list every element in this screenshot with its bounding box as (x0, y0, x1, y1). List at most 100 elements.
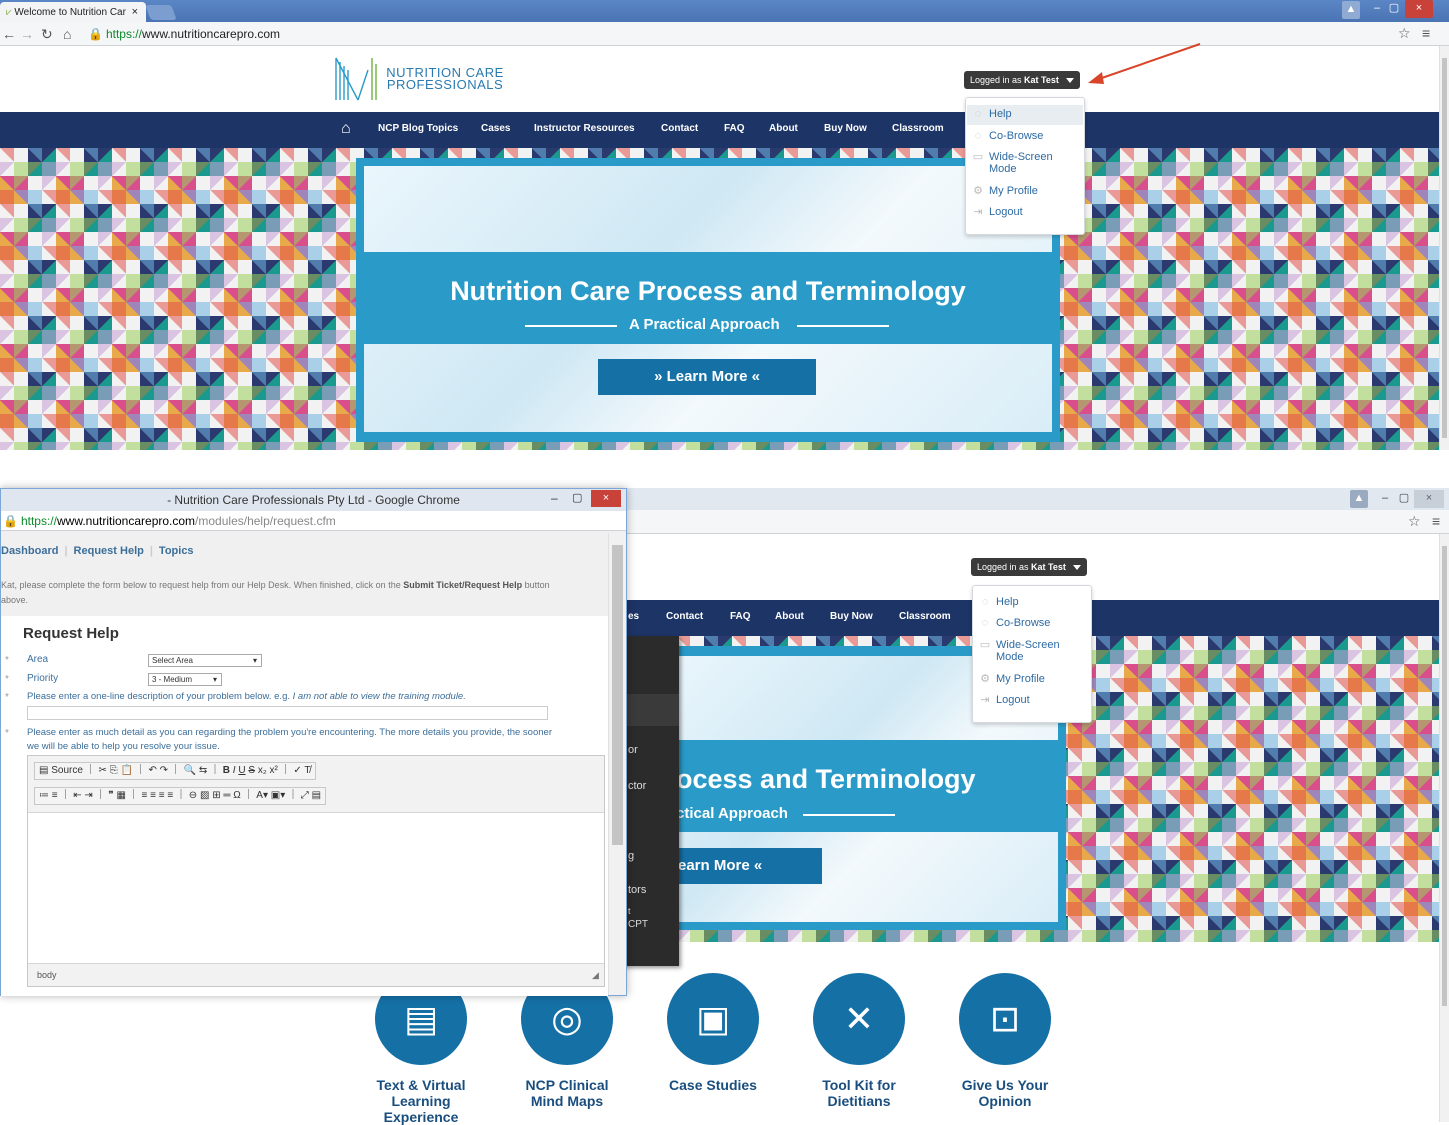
justify-icon[interactable]: ≡ (167, 790, 173, 801)
description-input[interactable] (27, 706, 548, 720)
editor-resize-handle[interactable]: ◢ (592, 970, 599, 981)
text-color-icon[interactable]: A▾ (256, 790, 268, 801)
feature-circle-toolkit[interactable]: ✕ (813, 973, 905, 1065)
align-right-icon[interactable]: ≡ (159, 790, 165, 801)
side-menu-item-3[interactable]: g (628, 850, 634, 862)
editor-content-area[interactable] (28, 812, 604, 964)
feature-circle-cases[interactable]: ▣ (667, 973, 759, 1065)
blockquote-icon[interactable]: ❞ (108, 790, 113, 801)
side-menu-item-2[interactable]: ctor (628, 780, 646, 792)
nav-ncp-blog-topics[interactable]: NCP Blog Topics (378, 123, 458, 134)
minimize-button[interactable]: – (1370, 0, 1384, 18)
nav-about[interactable]: About (769, 123, 798, 134)
nav-contact[interactable]: Contact (661, 123, 698, 134)
copy-icon[interactable]: ⎘ (110, 765, 118, 776)
feature-circle-opinion[interactable]: ⊡ (959, 973, 1051, 1065)
popup-minimize-button[interactable]: – (551, 491, 558, 505)
popup-close-button[interactable]: × (591, 490, 621, 507)
feature-case-studies[interactable]: Case Studies (643, 1077, 783, 1093)
user-icon[interactable]: ▲ (1342, 1, 1360, 19)
home-icon[interactable]: ⌂ (63, 26, 71, 42)
bottom-page-scrollbar[interactable] (1439, 534, 1449, 1122)
source-button[interactable]: ▤ Source (39, 765, 83, 776)
maximize-icon[interactable]: ⤢ (301, 790, 309, 801)
bottom-dropdown-logout[interactable]: ⇥ Logout (979, 694, 1029, 706)
browser-tab[interactable]: ⩗ Welcome to Nutrition Car × (0, 2, 146, 22)
feature-give-opinion[interactable]: Give Us Your Opinion (935, 1077, 1075, 1109)
bottom-nav-partial[interactable]: es (628, 611, 639, 622)
bottom-nav-faq[interactable]: FAQ (730, 611, 751, 622)
bottom-dropdown-help[interactable]: ◌ Help (979, 596, 1019, 608)
clear-format-icon[interactable]: T̸ (304, 765, 310, 776)
popup-tab-topics[interactable]: Topics (159, 545, 194, 557)
strike-icon[interactable]: S (248, 765, 255, 776)
page-scrollbar-thumb[interactable] (1442, 58, 1447, 438)
bottom-nav-buy-now[interactable]: Buy Now (830, 611, 873, 622)
side-menu-item-5[interactable]: t (628, 906, 631, 916)
image-icon[interactable]: ▨ (200, 790, 209, 801)
logged-in-menu[interactable]: Logged in as Kat Test (964, 71, 1080, 89)
bookmark-star-icon[interactable]: ☆ (1398, 25, 1411, 42)
dropdown-my-profile[interactable]: ⚙ My Profile (972, 185, 1038, 197)
reload-icon[interactable]: ↻ (41, 26, 53, 43)
spellcheck-icon[interactable]: ✓ (293, 765, 301, 776)
redo-icon[interactable]: ↷ (160, 765, 168, 776)
bottom-nav-classroom[interactable]: Classroom (899, 611, 951, 622)
omega-icon[interactable]: Ω (233, 790, 240, 801)
bottom-bookmark-star-icon[interactable]: ☆ (1408, 513, 1421, 530)
subscript-icon[interactable]: x₂ (258, 765, 267, 776)
side-menu-item-1[interactable]: or (628, 744, 638, 756)
bullet-list-icon[interactable]: ≡ (52, 790, 58, 801)
replace-icon[interactable]: ⇆ (199, 765, 207, 776)
popup-tab-request-help[interactable]: Request Help (74, 545, 144, 557)
hr-icon[interactable]: ═ (223, 790, 230, 801)
logo-text[interactable]: NUTRITION CARE PROFESSIONALS (386, 66, 504, 91)
paste-icon[interactable]: 📋 (120, 765, 132, 776)
dropdown-co-browse[interactable]: ◌ Co-Browse (972, 130, 1044, 142)
ncp-logo-icon[interactable] (334, 56, 380, 102)
popup-scrollbar-thumb[interactable] (612, 545, 623, 845)
bottom-logged-in-menu[interactable]: Logged in as Kat Test (971, 558, 1087, 576)
side-menu-item-6[interactable]: CPT (628, 919, 648, 930)
bottom-learn-more-button[interactable]: earn More « (670, 848, 822, 884)
bottom-user-icon[interactable]: ▲ (1350, 490, 1368, 508)
outdent-icon[interactable]: ⇤ (73, 790, 81, 801)
superscript-icon[interactable]: x² (269, 765, 277, 776)
nav-buy-now[interactable]: Buy Now (824, 123, 867, 134)
bottom-menu-icon[interactable]: ≡ (1432, 513, 1440, 529)
align-center-icon[interactable]: ≡ (150, 790, 156, 801)
priority-select[interactable]: 3 - Medium ▾ (148, 673, 222, 686)
feature-tool-kit[interactable]: Tool Kit for Dietitians (789, 1077, 929, 1109)
show-blocks-icon[interactable]: ▤ (312, 790, 321, 801)
undo-icon[interactable]: ↶ (148, 765, 156, 776)
dropdown-wide-screen[interactable]: ▭ Wide-Screen Mode (972, 151, 1053, 175)
bottom-minimize-button[interactable]: – (1378, 490, 1392, 508)
maximize-button[interactable]: ▢ (1386, 0, 1402, 18)
close-button[interactable]: × (1405, 0, 1433, 18)
url-field[interactable]: 🔒 https://www.nutritioncarepro.com (88, 27, 280, 41)
div-icon[interactable]: ▦ (116, 790, 125, 801)
bottom-page-scrollbar-thumb[interactable] (1442, 546, 1447, 1006)
bottom-maximize-button[interactable]: ▢ (1396, 490, 1412, 508)
tab-close-icon[interactable]: × (132, 6, 138, 18)
bottom-dropdown-my-profile[interactable]: ⚙ My Profile (979, 673, 1045, 685)
italic-icon[interactable]: I (233, 765, 236, 776)
dropdown-help[interactable]: ◌ Help (972, 108, 1012, 120)
popup-tab-dashboard[interactable]: Dashboard (1, 545, 58, 557)
popup-scrollbar[interactable] (608, 533, 626, 995)
popup-maximize-button[interactable]: ▢ (572, 491, 582, 504)
back-icon[interactable]: ← (2, 26, 16, 42)
underline-icon[interactable]: U (238, 765, 245, 776)
bg-color-icon[interactable]: ▣▾ (271, 790, 285, 801)
home-nav-icon[interactable]: ⌂ (341, 120, 351, 138)
feature-text-virtual[interactable]: Text & Virtual Learning Experience (351, 1077, 491, 1125)
bottom-dropdown-wide-screen[interactable]: ▭ Wide-Screen Mode (979, 639, 1060, 663)
nav-instructor-resources[interactable]: Instructor Resources (534, 123, 635, 134)
forward-icon[interactable]: → (20, 26, 34, 42)
find-icon[interactable]: 🔍 (184, 765, 196, 776)
bottom-nav-about[interactable]: About (775, 611, 804, 622)
new-tab-button[interactable] (145, 5, 177, 20)
page-scrollbar[interactable] (1439, 46, 1449, 450)
side-menu-item-4[interactable]: tors (628, 884, 646, 896)
bold-icon[interactable]: B (223, 765, 230, 776)
